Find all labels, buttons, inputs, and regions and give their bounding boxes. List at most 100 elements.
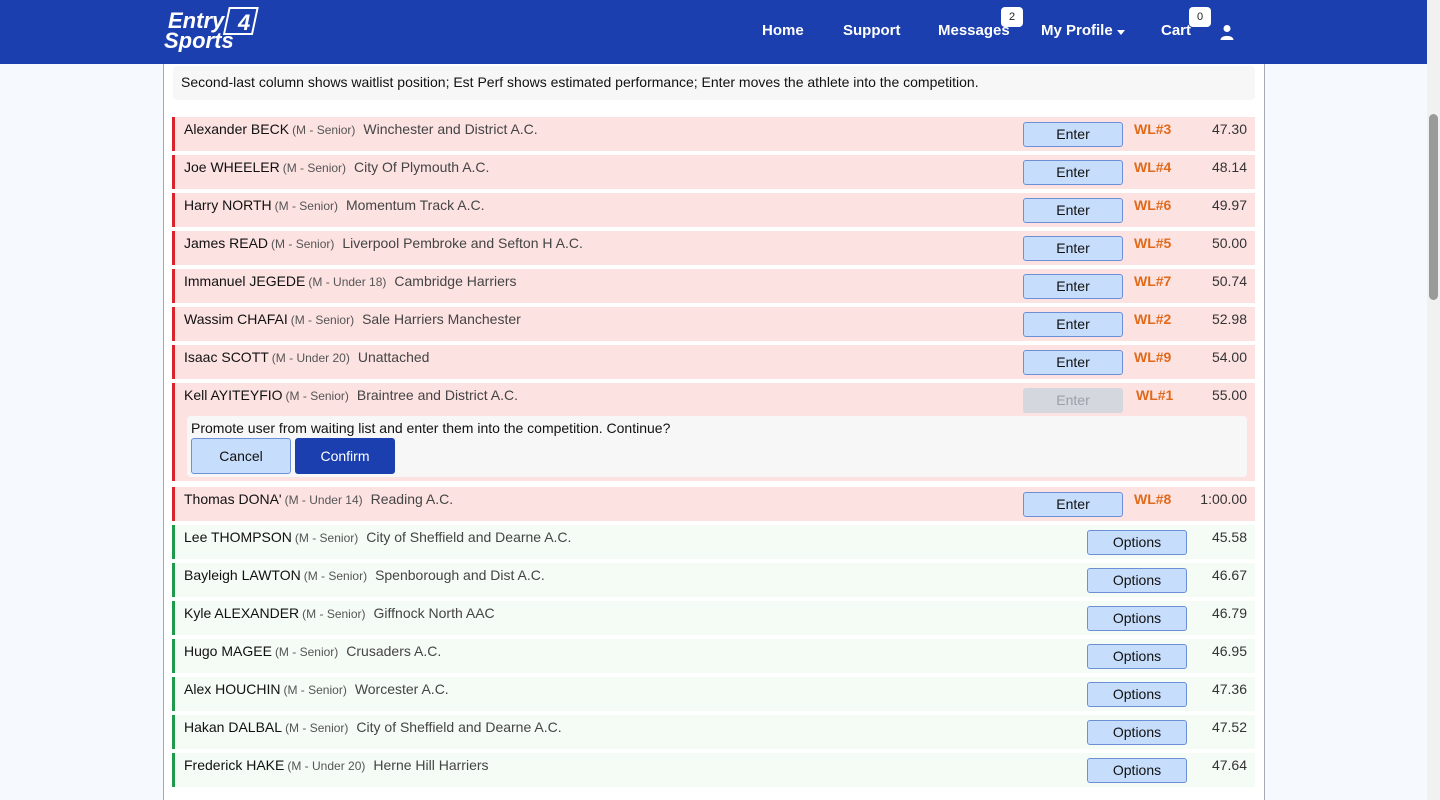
- entry-row: Hakan DALBAL (M - Senior) City of Sheffiel…: [172, 715, 1255, 749]
- athlete-name: Frederick HAKE: [184, 757, 285, 773]
- options-button[interactable]: Options: [1087, 720, 1187, 745]
- entry-row: Hugo MAGEE (M - Senior) Crusaders A.C. Opt…: [172, 639, 1255, 673]
- athlete-club: City of Sheffield and Dearne A.C.: [366, 529, 572, 545]
- est-perf: 46.95: [1211, 643, 1247, 659]
- est-perf: 54.00: [1211, 349, 1247, 365]
- athlete-club: Momentum Track A.C.: [345, 197, 485, 213]
- enter-button[interactable]: Enter: [1023, 122, 1123, 147]
- top-navbar: Entry 4 Sports Home Support Messages 2 M…: [0, 0, 1427, 64]
- athlete-name: Wassim CHAFAI: [184, 311, 288, 327]
- athlete-club: Liverpool Pembroke and Sefton H A.C.: [342, 235, 583, 251]
- athlete-club: City of Sheffield and Dearne A.C.: [356, 719, 562, 735]
- options-button[interactable]: Options: [1087, 530, 1187, 555]
- athlete-club: Spenborough and Dist A.C.: [375, 567, 545, 583]
- waitlist-position: WL#4: [1134, 159, 1172, 175]
- athlete-name: Kell AYITEYFIO: [184, 387, 283, 403]
- athlete-category: (M - Under 20): [271, 351, 350, 365]
- svg-text:4: 4: [237, 10, 250, 35]
- athlete-category: (M - Senior): [290, 313, 355, 327]
- est-perf: 46.67: [1211, 567, 1247, 583]
- enter-button[interactable]: Enter: [1023, 198, 1123, 223]
- est-perf: 50.74: [1211, 273, 1247, 289]
- waitlist-row: Wassim CHAFAI (M - Senior) Sale Harriers M…: [172, 307, 1255, 341]
- waitlist-position: WL#2: [1134, 311, 1172, 327]
- waitlist-position: WL#8: [1134, 491, 1172, 507]
- athlete-name: Lee THOMPSON: [184, 529, 292, 545]
- athlete-name: Joe WHEELER: [184, 159, 280, 175]
- confirm-button[interactable]: Confirm: [295, 438, 395, 474]
- athlete-category: (M - Senior): [285, 389, 349, 403]
- athlete-club: City Of Plymouth A.C.: [354, 159, 490, 175]
- page-scrollbar[interactable]: [1427, 0, 1440, 800]
- athlete-name: Hakan DALBAL: [184, 719, 283, 735]
- waitlist-row: Immanuel JEGEDE (M - Under 18) Cambridge H…: [172, 269, 1255, 303]
- athlete-club: Winchester and District A.C.: [363, 121, 538, 137]
- est-perf: 47.30: [1211, 121, 1247, 137]
- est-perf: 47.64: [1211, 757, 1247, 773]
- entry-row: Kyle ALEXANDER (M - Senior) Giffnock North…: [172, 601, 1255, 635]
- athlete-name: Immanuel JEGEDE: [184, 273, 306, 289]
- athlete-category: (M - Senior): [274, 645, 339, 659]
- nav-messages[interactable]: Messages: [938, 22, 1010, 39]
- est-perf: 50.00: [1211, 235, 1247, 251]
- options-button[interactable]: Options: [1087, 606, 1187, 631]
- athlete-category: (M - Senior): [292, 123, 356, 137]
- chevron-down-icon[interactable]: [1117, 30, 1125, 35]
- waitlist-row: Isaac SCOTT (M - Under 20) Unattached Ente…: [172, 345, 1255, 379]
- athlete-club: Reading A.C.: [370, 491, 454, 507]
- waitlist-row: Alexander BECK (M - Senior) Winchester and…: [172, 117, 1255, 151]
- est-perf: 1:00.00: [1200, 491, 1247, 507]
- options-button[interactable]: Options: [1087, 568, 1187, 593]
- est-perf: 46.79: [1211, 605, 1247, 621]
- confirm-message: Promote user from waiting list and enter…: [191, 420, 671, 436]
- enter-button[interactable]: Enter: [1023, 236, 1123, 261]
- promote-confirm-dialog: Promote user from waiting list and enter…: [187, 416, 1247, 477]
- options-button[interactable]: Options: [1087, 644, 1187, 669]
- column-hint: Second-last column shows waitlist positi…: [173, 66, 1255, 100]
- athlete-club: Giffnock North AAC: [373, 605, 495, 621]
- nav-my-profile[interactable]: My Profile: [1041, 22, 1113, 39]
- athlete-name: Alex HOUCHIN: [184, 681, 281, 697]
- athlete-name: Alexander BECK: [184, 121, 290, 137]
- waitlist-position: WL#7: [1134, 273, 1172, 289]
- enter-button[interactable]: Enter: [1023, 312, 1123, 337]
- est-perf: 52.98: [1211, 311, 1247, 327]
- nav-home[interactable]: Home: [762, 22, 804, 39]
- athlete-category: (M - Senior): [302, 607, 366, 621]
- enter-button[interactable]: Enter: [1023, 492, 1123, 517]
- waitlist-row: Harry NORTH (M - Senior) Momentum Track A.…: [172, 193, 1255, 227]
- enter-button[interactable]: Enter: [1023, 350, 1123, 375]
- cancel-button[interactable]: Cancel: [191, 438, 291, 474]
- options-button[interactable]: Options: [1087, 682, 1187, 707]
- athlete-club: Braintree and District A.C.: [356, 387, 518, 403]
- athlete-category: (M - Senior): [271, 237, 335, 251]
- entry4sports-logo[interactable]: Entry 4 Sports: [162, 6, 266, 52]
- athlete-category: (M - Senior): [285, 721, 349, 735]
- athlete-name: Kyle ALEXANDER: [184, 605, 300, 621]
- entry-row: Frederick HAKE (M - Under 20) Herne Hill H…: [172, 753, 1255, 787]
- user-icon[interactable]: [1219, 24, 1235, 40]
- enter-button[interactable]: Enter: [1023, 160, 1123, 185]
- scrollbar-thumb[interactable]: [1429, 114, 1438, 300]
- athlete-category: (M - Senior): [283, 683, 347, 697]
- athlete-category: (M - Senior): [303, 569, 368, 583]
- waitlist-row: Joe WHEELER (M - Senior) City Of Plymouth …: [172, 155, 1255, 189]
- athlete-club: Sale Harriers Manchester: [362, 311, 521, 327]
- athlete-category: (M - Senior): [294, 531, 359, 545]
- athlete-name: Hugo MAGEE: [184, 643, 272, 659]
- enter-button-disabled: Enter: [1023, 388, 1123, 413]
- est-perf: 47.52: [1211, 719, 1247, 735]
- athlete-name: Thomas DONA': [184, 491, 282, 507]
- athlete-category: (M - Under 14): [284, 493, 363, 507]
- waitlist-row: Thomas DONA' (M - Under 14) Reading A.C. E…: [172, 487, 1255, 521]
- athlete-category: (M - Senior): [274, 199, 338, 213]
- enter-button[interactable]: Enter: [1023, 274, 1123, 299]
- entry-row: Bayleigh LAWTON (M - Senior) Spenborough a…: [172, 563, 1255, 597]
- waitlist-row: James READ (M - Senior) Liverpool Pembroke…: [172, 231, 1255, 265]
- athlete-club: Cambridge Harriers: [394, 273, 517, 289]
- cart-count-badge: 0: [1189, 7, 1211, 27]
- options-button[interactable]: Options: [1087, 758, 1187, 783]
- nav-cart[interactable]: Cart: [1161, 22, 1191, 39]
- nav-support[interactable]: Support: [843, 22, 901, 39]
- est-perf: 55.00: [1211, 387, 1247, 403]
